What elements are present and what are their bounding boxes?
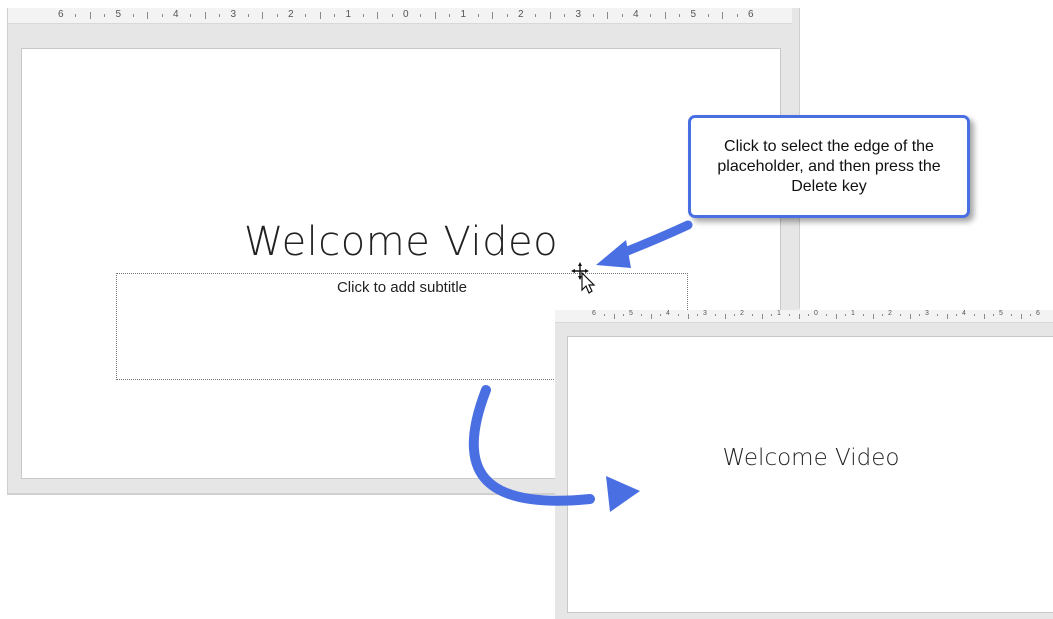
callout-arrow-icon [596,220,693,268]
annotation-overlay [468,220,693,512]
transition-arrow-icon [468,385,640,512]
move-cursor-icon [571,262,596,294]
